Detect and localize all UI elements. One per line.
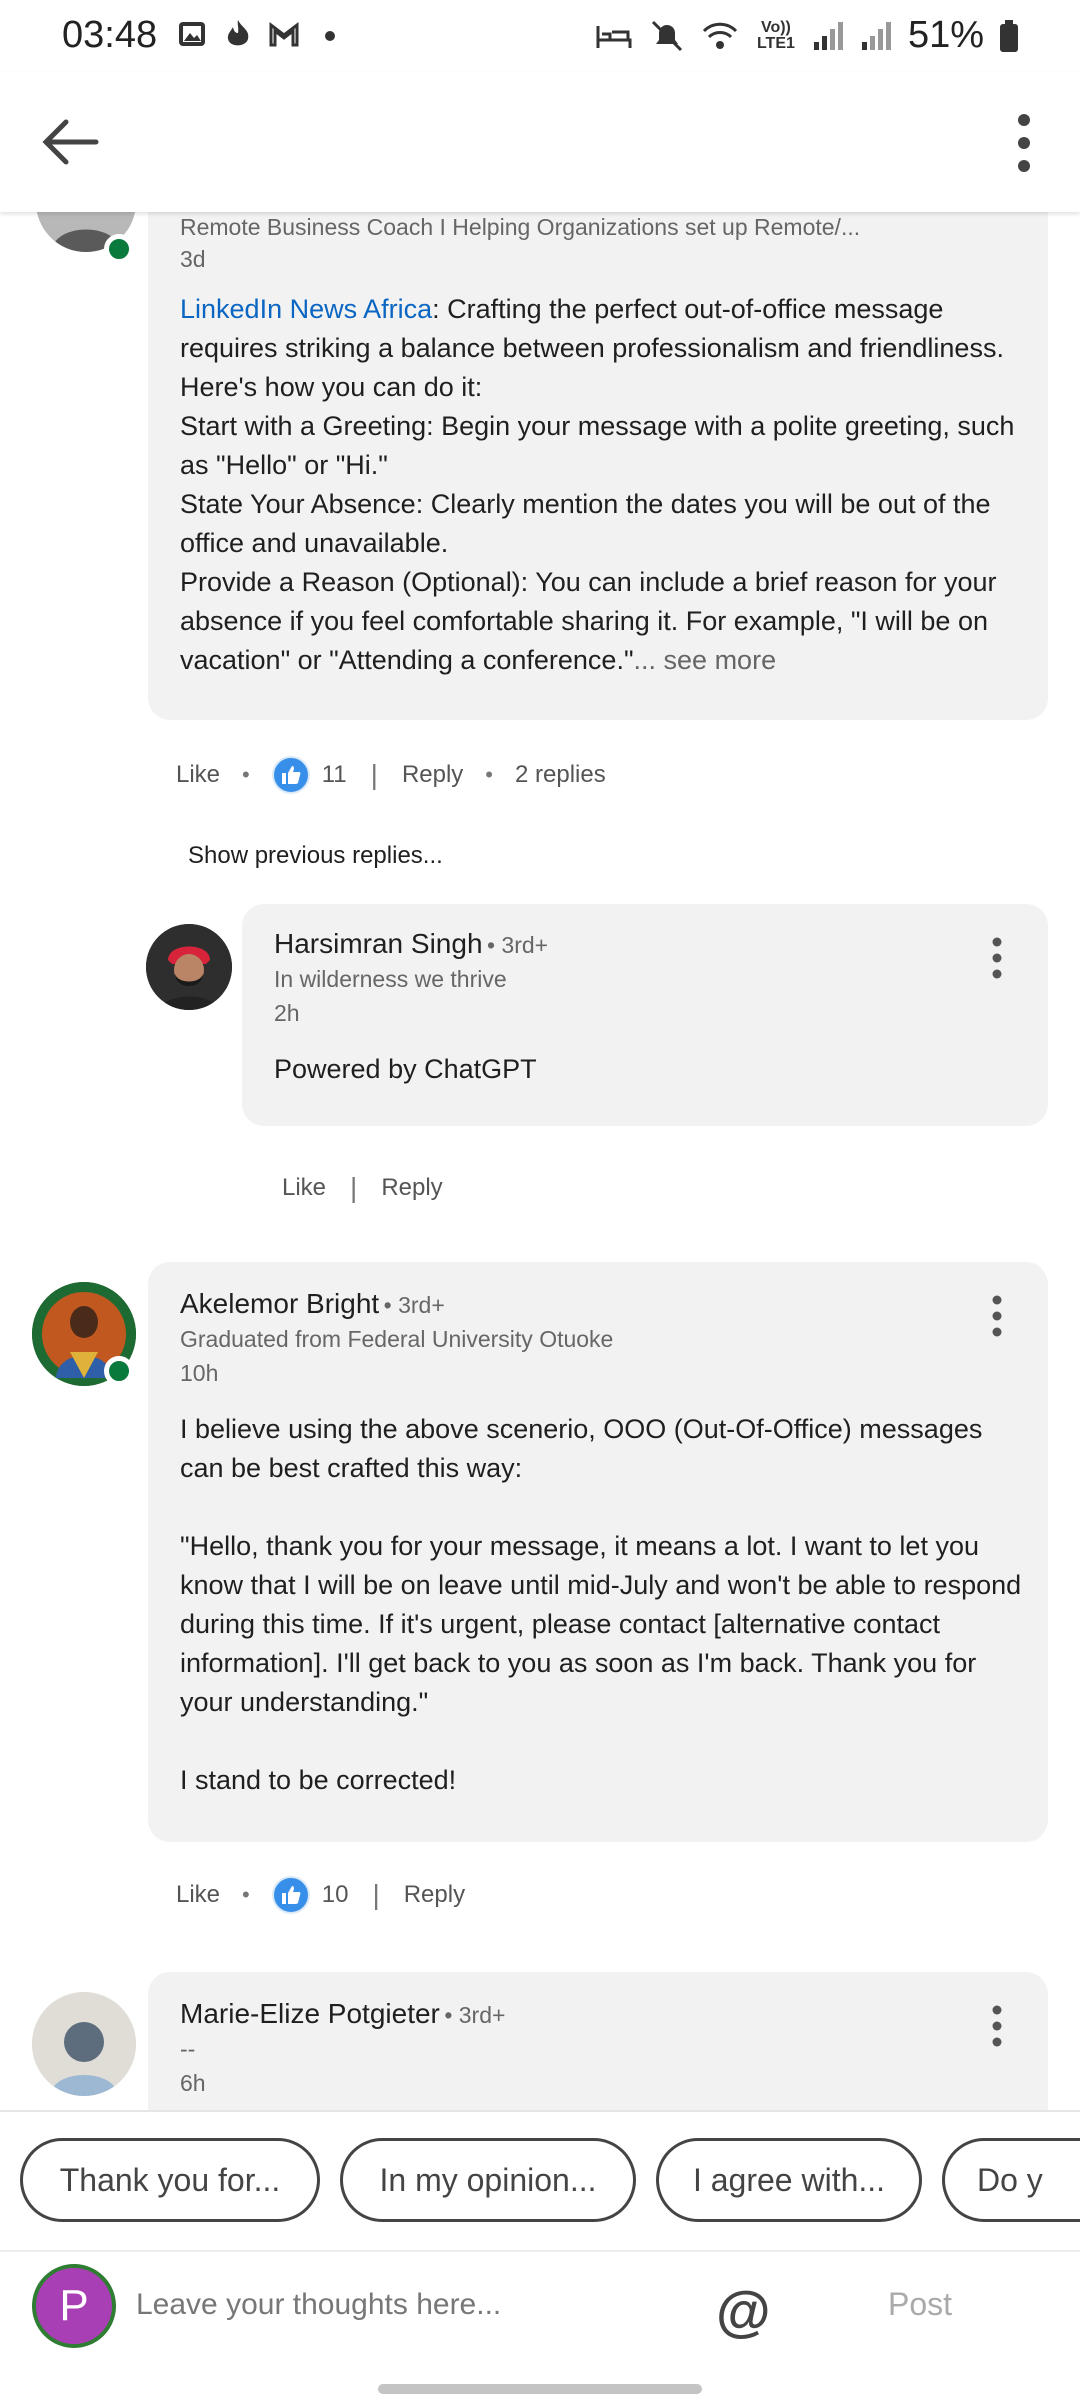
avatar[interactable] [32, 1992, 136, 2096]
comment-bubble: Marie-Elize Potgieter • 3rd+ -- 6h [148, 1972, 1048, 2110]
separator-bar: | [350, 1172, 358, 1203]
more-vertical-icon[interactable] [982, 936, 1012, 980]
user-avatar[interactable]: P [32, 2264, 116, 2348]
back-button[interactable] [36, 110, 108, 174]
battery-icon [1000, 19, 1018, 52]
sleep-icon [596, 25, 632, 48]
reply-author-line: Harsimran Singh • 3rd+ [274, 928, 548, 960]
see-more-link[interactable]: ... see more [634, 645, 777, 675]
post-button[interactable]: Post [888, 2286, 952, 2323]
person-photo-icon [146, 924, 232, 1010]
comment-headline: -- [180, 2036, 196, 2062]
quick-reply-chips[interactable]: Thank you for... In my opinion... I agre… [0, 2110, 1080, 2250]
more-vertical-icon [1018, 114, 1030, 172]
more-vertical-icon[interactable] [982, 2004, 1012, 2048]
comment-bubble: Akelemor Bright • 3rd+ Graduated from Fe… [148, 1262, 1048, 1842]
comment-input[interactable]: Leave your thoughts here... [136, 2288, 501, 2322]
show-previous-replies[interactable]: Show previous replies... [188, 842, 443, 870]
like-button[interactable]: Like [282, 1174, 326, 1202]
reply-button[interactable]: Reply [402, 761, 463, 789]
comments-feed[interactable]: Remote Business Coach I Helping Organiza… [0, 212, 1080, 2110]
arrow-left-icon [42, 119, 99, 165]
comment-bubble: Remote Business Coach I Helping Organiza… [148, 212, 1048, 720]
default-avatar-icon [32, 1992, 136, 2096]
battery-percent: 51% [907, 14, 984, 56]
separator-dot: • [242, 762, 250, 787]
reply-bubble: Harsimran Singh • 3rd+ In wilderness we … [242, 904, 1048, 1126]
status-bar: 03:48 Vo)) LTE1 51% [0, 0, 1080, 72]
comment-actions: Like • 10 | Reply [176, 1876, 465, 1914]
mute-icon [651, 20, 682, 51]
dot-icon [325, 31, 335, 41]
status-notification-icons [176, 18, 346, 50]
comment-actions: Like • 11 | Reply • 2 replies [176, 756, 606, 794]
separator-dot: • [242, 1882, 250, 1907]
reply-button[interactable]: Reply [404, 1881, 465, 1909]
mention-button[interactable]: @ [716, 2278, 771, 2343]
like-button[interactable]: Like [176, 1881, 220, 1909]
comment-headline: Remote Business Coach I Helping Organiza… [180, 214, 861, 240]
separator-bar: | [372, 1879, 380, 1910]
comment-author-line: Akelemor Bright • 3rd+ [180, 1288, 445, 1320]
chip-thank-you[interactable]: Thank you for... [20, 2138, 320, 2222]
comment-composer: P Leave your thoughts here... @ Post [0, 2250, 1080, 2370]
like-button[interactable]: Like [176, 761, 220, 789]
reply-author-name[interactable]: Harsimran Singh [274, 928, 483, 959]
comment-time: 6h [180, 2070, 206, 2096]
comment-text: I believe using the above scenerio, OOO … [180, 1414, 1022, 1795]
reply-degree: • 3rd+ [486, 932, 549, 958]
like-reaction-icon[interactable] [271, 1876, 310, 1914]
reply-text: Powered by ChatGPT [274, 1054, 537, 1084]
reply-headline: In wilderness we thrive [274, 966, 507, 992]
wifi-icon [702, 22, 737, 49]
signal-2-icon [861, 21, 891, 50]
comment-degree: • 3rd+ [444, 2002, 506, 2028]
replies-count[interactable]: 2 replies [515, 761, 606, 789]
online-status-icon [104, 1356, 134, 1386]
like-count[interactable]: 11 [322, 761, 347, 789]
reply-actions: Like | Reply [282, 1172, 443, 1204]
status-time: 03:48 [62, 14, 158, 56]
network-label: Vo)) LTE1 [756, 18, 795, 52]
comment-text: LinkedIn News Africa: Crafting the perfe… [180, 290, 1030, 680]
gmail-icon [269, 21, 299, 47]
comment-author-name[interactable]: Akelemor Bright [180, 1288, 379, 1319]
flame-icon [227, 20, 249, 46]
comment-author-name[interactable]: Marie-Elize Potgieter [180, 1998, 440, 2029]
separator-dot: • [485, 762, 493, 787]
reply-button[interactable]: Reply [381, 1174, 442, 1202]
chip-i-agree[interactable]: I agree with... [656, 2138, 922, 2222]
more-options-button[interactable] [996, 108, 1052, 178]
online-status-icon [104, 234, 134, 264]
comment-time: 10h [180, 1360, 219, 1386]
comment-author-line: Marie-Elize Potgieter • 3rd+ [180, 1998, 505, 2030]
comment-body: : Crafting the perfect out-of-office mes… [180, 294, 1015, 675]
home-indicator[interactable] [378, 2384, 702, 2394]
gallery-icon [179, 22, 205, 46]
like-count[interactable]: 10 [322, 1881, 349, 1909]
avatar[interactable] [146, 924, 232, 1010]
app-bar [0, 72, 1080, 212]
mention-link[interactable]: LinkedIn News Africa [180, 294, 432, 324]
signal-icon [813, 21, 843, 50]
chip-in-my-opinion[interactable]: In my opinion... [340, 2138, 636, 2222]
like-reaction-icon[interactable] [271, 756, 310, 794]
chip-partial[interactable]: Do y [942, 2138, 1080, 2222]
separator-bar: | [370, 759, 378, 790]
comment-time: 3d [180, 246, 206, 272]
comment-headline: Graduated from Federal University Otuoke [180, 1326, 614, 1352]
reply-time: 2h [274, 1000, 300, 1026]
status-system-icons: Vo)) LTE1 51% [594, 14, 1020, 57]
more-vertical-icon[interactable] [982, 1294, 1012, 1338]
comment-degree: • 3rd+ [383, 1292, 445, 1318]
